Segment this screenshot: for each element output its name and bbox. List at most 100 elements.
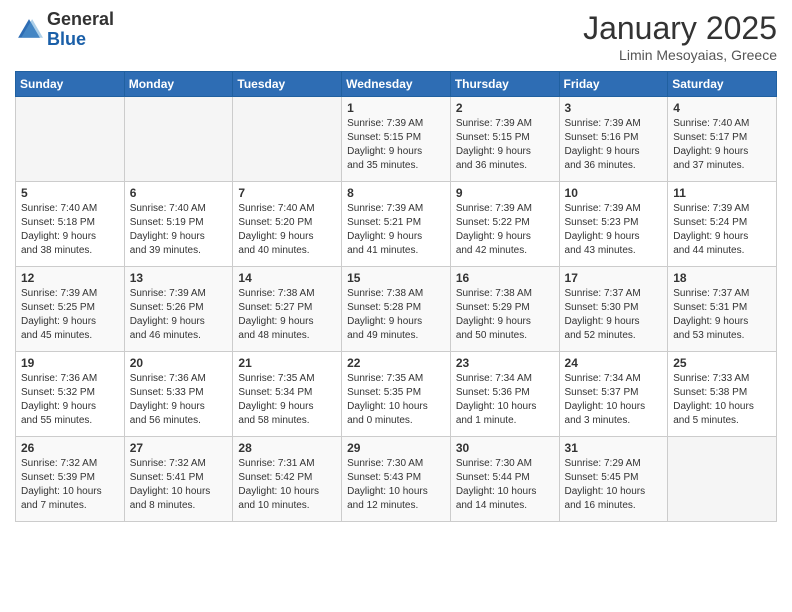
logo: General Blue [15, 10, 114, 50]
day-number: 15 [347, 271, 445, 285]
weekday-header-monday: Monday [124, 72, 233, 97]
logo-general-text: General [47, 9, 114, 29]
calendar-cell: 27 Sunrise: 7:32 AM Sunset: 5:41 PM Dayli… [124, 437, 233, 522]
day-info: Sunrise: 7:30 AM Sunset: 5:43 PM Dayligh… [347, 457, 445, 513]
calendar-cell: 29 Sunrise: 7:30 AM Sunset: 5:43 PM Dayli… [342, 437, 451, 522]
day-info: Sunrise: 7:34 AM Sunset: 5:36 PM Dayligh… [456, 372, 554, 428]
month-title: January 2025 [583, 10, 777, 47]
day-number: 17 [565, 271, 663, 285]
calendar-cell: 17 Sunrise: 7:37 AM Sunset: 5:30 PM Dayli… [559, 267, 668, 352]
weekday-header-row: SundayMondayTuesdayWednesdayThursdayFrid… [16, 72, 777, 97]
calendar-cell: 26 Sunrise: 7:32 AM Sunset: 5:39 PM Dayli… [16, 437, 125, 522]
calendar-table: SundayMondayTuesdayWednesdayThursdayFrid… [15, 71, 777, 522]
day-number: 10 [565, 186, 663, 200]
calendar-cell: 13 Sunrise: 7:39 AM Sunset: 5:26 PM Dayli… [124, 267, 233, 352]
day-number: 12 [21, 271, 119, 285]
day-info: Sunrise: 7:36 AM Sunset: 5:33 PM Dayligh… [130, 372, 228, 428]
day-info: Sunrise: 7:37 AM Sunset: 5:31 PM Dayligh… [673, 287, 771, 343]
calendar-cell: 1 Sunrise: 7:39 AM Sunset: 5:15 PM Daylig… [342, 97, 451, 182]
calendar-cell: 20 Sunrise: 7:36 AM Sunset: 5:33 PM Dayli… [124, 352, 233, 437]
day-info: Sunrise: 7:38 AM Sunset: 5:27 PM Dayligh… [238, 287, 336, 343]
calendar-week-row: 12 Sunrise: 7:39 AM Sunset: 5:25 PM Dayli… [16, 267, 777, 352]
day-number: 27 [130, 441, 228, 455]
day-info: Sunrise: 7:32 AM Sunset: 5:39 PM Dayligh… [21, 457, 119, 513]
day-info: Sunrise: 7:32 AM Sunset: 5:41 PM Dayligh… [130, 457, 228, 513]
day-number: 9 [456, 186, 554, 200]
weekday-header-friday: Friday [559, 72, 668, 97]
calendar-week-row: 19Sunrise: 7:36 AM Sunset: 5:32 PM Dayli… [16, 352, 777, 437]
page-header: General Blue January 2025 Limin Mesoyaia… [15, 10, 777, 63]
day-info: Sunrise: 7:31 AM Sunset: 5:42 PM Dayligh… [238, 457, 336, 513]
day-number: 19 [21, 356, 119, 370]
calendar-cell: 18 Sunrise: 7:37 AM Sunset: 5:31 PM Dayli… [668, 267, 777, 352]
day-number: 31 [565, 441, 663, 455]
calendar-cell: 4Sunrise: 7:40 AM Sunset: 5:17 PM Daylig… [668, 97, 777, 182]
weekday-header-thursday: Thursday [450, 72, 559, 97]
day-info: Sunrise: 7:35 AM Sunset: 5:35 PM Dayligh… [347, 372, 445, 428]
day-info: Sunrise: 7:35 AM Sunset: 5:34 PM Dayligh… [238, 372, 336, 428]
calendar-cell: 25 Sunrise: 7:33 AM Sunset: 5:38 PM Dayli… [668, 352, 777, 437]
day-number: 13 [130, 271, 228, 285]
day-info: Sunrise: 7:40 AM Sunset: 5:20 PM Dayligh… [238, 202, 336, 258]
day-info: Sunrise: 7:37 AM Sunset: 5:30 PM Dayligh… [565, 287, 663, 343]
calendar-cell [233, 97, 342, 182]
calendar-cell: 30 Sunrise: 7:30 AM Sunset: 5:44 PM Dayli… [450, 437, 559, 522]
day-info: Sunrise: 7:39 AM Sunset: 5:26 PM Dayligh… [130, 287, 228, 343]
day-info: Sunrise: 7:39 AM Sunset: 5:23 PM Dayligh… [565, 202, 663, 258]
calendar-cell: 5Sunrise: 7:40 AM Sunset: 5:18 PM Daylig… [16, 182, 125, 267]
calendar-cell: 22 Sunrise: 7:35 AM Sunset: 5:35 PM Dayli… [342, 352, 451, 437]
calendar-cell: 9Sunrise: 7:39 AM Sunset: 5:22 PM Daylig… [450, 182, 559, 267]
day-info: Sunrise: 7:40 AM Sunset: 5:18 PM Dayligh… [21, 202, 119, 258]
calendar-week-row: 26 Sunrise: 7:32 AM Sunset: 5:39 PM Dayli… [16, 437, 777, 522]
calendar-cell: 15 Sunrise: 7:38 AM Sunset: 5:28 PM Dayli… [342, 267, 451, 352]
calendar-cell: 21 Sunrise: 7:35 AM Sunset: 5:34 PM Dayli… [233, 352, 342, 437]
calendar-cell: 28 Sunrise: 7:31 AM Sunset: 5:42 PM Dayli… [233, 437, 342, 522]
day-number: 20 [130, 356, 228, 370]
logo-blue-text: Blue [47, 29, 86, 49]
day-number: 26 [21, 441, 119, 455]
day-number: 30 [456, 441, 554, 455]
calendar-cell: 16Sunrise: 7:38 AM Sunset: 5:29 PM Dayli… [450, 267, 559, 352]
day-number: 11 [673, 186, 771, 200]
day-info: Sunrise: 7:33 AM Sunset: 5:38 PM Dayligh… [673, 372, 771, 428]
day-number: 28 [238, 441, 336, 455]
day-number: 14 [238, 271, 336, 285]
day-info: Sunrise: 7:30 AM Sunset: 5:44 PM Dayligh… [456, 457, 554, 513]
calendar-cell: 10 Sunrise: 7:39 AM Sunset: 5:23 PM Dayli… [559, 182, 668, 267]
location-subtitle: Limin Mesoyaias, Greece [583, 47, 777, 63]
day-number: 3 [565, 101, 663, 115]
weekday-header-tuesday: Tuesday [233, 72, 342, 97]
day-number: 24 [565, 356, 663, 370]
calendar-cell [124, 97, 233, 182]
calendar-cell: 24 Sunrise: 7:34 AM Sunset: 5:37 PM Dayli… [559, 352, 668, 437]
day-info: Sunrise: 7:38 AM Sunset: 5:29 PM Dayligh… [456, 287, 554, 343]
calendar-cell: 7Sunrise: 7:40 AM Sunset: 5:20 PM Daylig… [233, 182, 342, 267]
day-info: Sunrise: 7:34 AM Sunset: 5:37 PM Dayligh… [565, 372, 663, 428]
weekday-header-saturday: Saturday [668, 72, 777, 97]
calendar-cell: 12 Sunrise: 7:39 AM Sunset: 5:25 PM Dayli… [16, 267, 125, 352]
day-number: 1 [347, 101, 445, 115]
day-info: Sunrise: 7:40 AM Sunset: 5:17 PM Dayligh… [673, 117, 771, 173]
day-number: 22 [347, 356, 445, 370]
title-block: January 2025 Limin Mesoyaias, Greece [583, 10, 777, 63]
day-number: 6 [130, 186, 228, 200]
day-info: Sunrise: 7:39 AM Sunset: 5:25 PM Dayligh… [21, 287, 119, 343]
calendar-cell [16, 97, 125, 182]
day-info: Sunrise: 7:29 AM Sunset: 5:45 PM Dayligh… [565, 457, 663, 513]
calendar-cell: 31 Sunrise: 7:29 AM Sunset: 5:45 PM Dayli… [559, 437, 668, 522]
calendar-cell: 11Sunrise: 7:39 AM Sunset: 5:24 PM Dayli… [668, 182, 777, 267]
calendar-week-row: 1 Sunrise: 7:39 AM Sunset: 5:15 PM Daylig… [16, 97, 777, 182]
day-number: 29 [347, 441, 445, 455]
day-info: Sunrise: 7:38 AM Sunset: 5:28 PM Dayligh… [347, 287, 445, 343]
calendar-cell: 19Sunrise: 7:36 AM Sunset: 5:32 PM Dayli… [16, 352, 125, 437]
day-info: Sunrise: 7:39 AM Sunset: 5:15 PM Dayligh… [347, 117, 445, 173]
weekday-header-sunday: Sunday [16, 72, 125, 97]
day-number: 25 [673, 356, 771, 370]
day-number: 21 [238, 356, 336, 370]
calendar-cell: 3 Sunrise: 7:39 AM Sunset: 5:16 PM Daylig… [559, 97, 668, 182]
day-number: 2 [456, 101, 554, 115]
day-number: 18 [673, 271, 771, 285]
day-number: 8 [347, 186, 445, 200]
day-info: Sunrise: 7:39 AM Sunset: 5:16 PM Dayligh… [565, 117, 663, 173]
day-info: Sunrise: 7:39 AM Sunset: 5:15 PM Dayligh… [456, 117, 554, 173]
